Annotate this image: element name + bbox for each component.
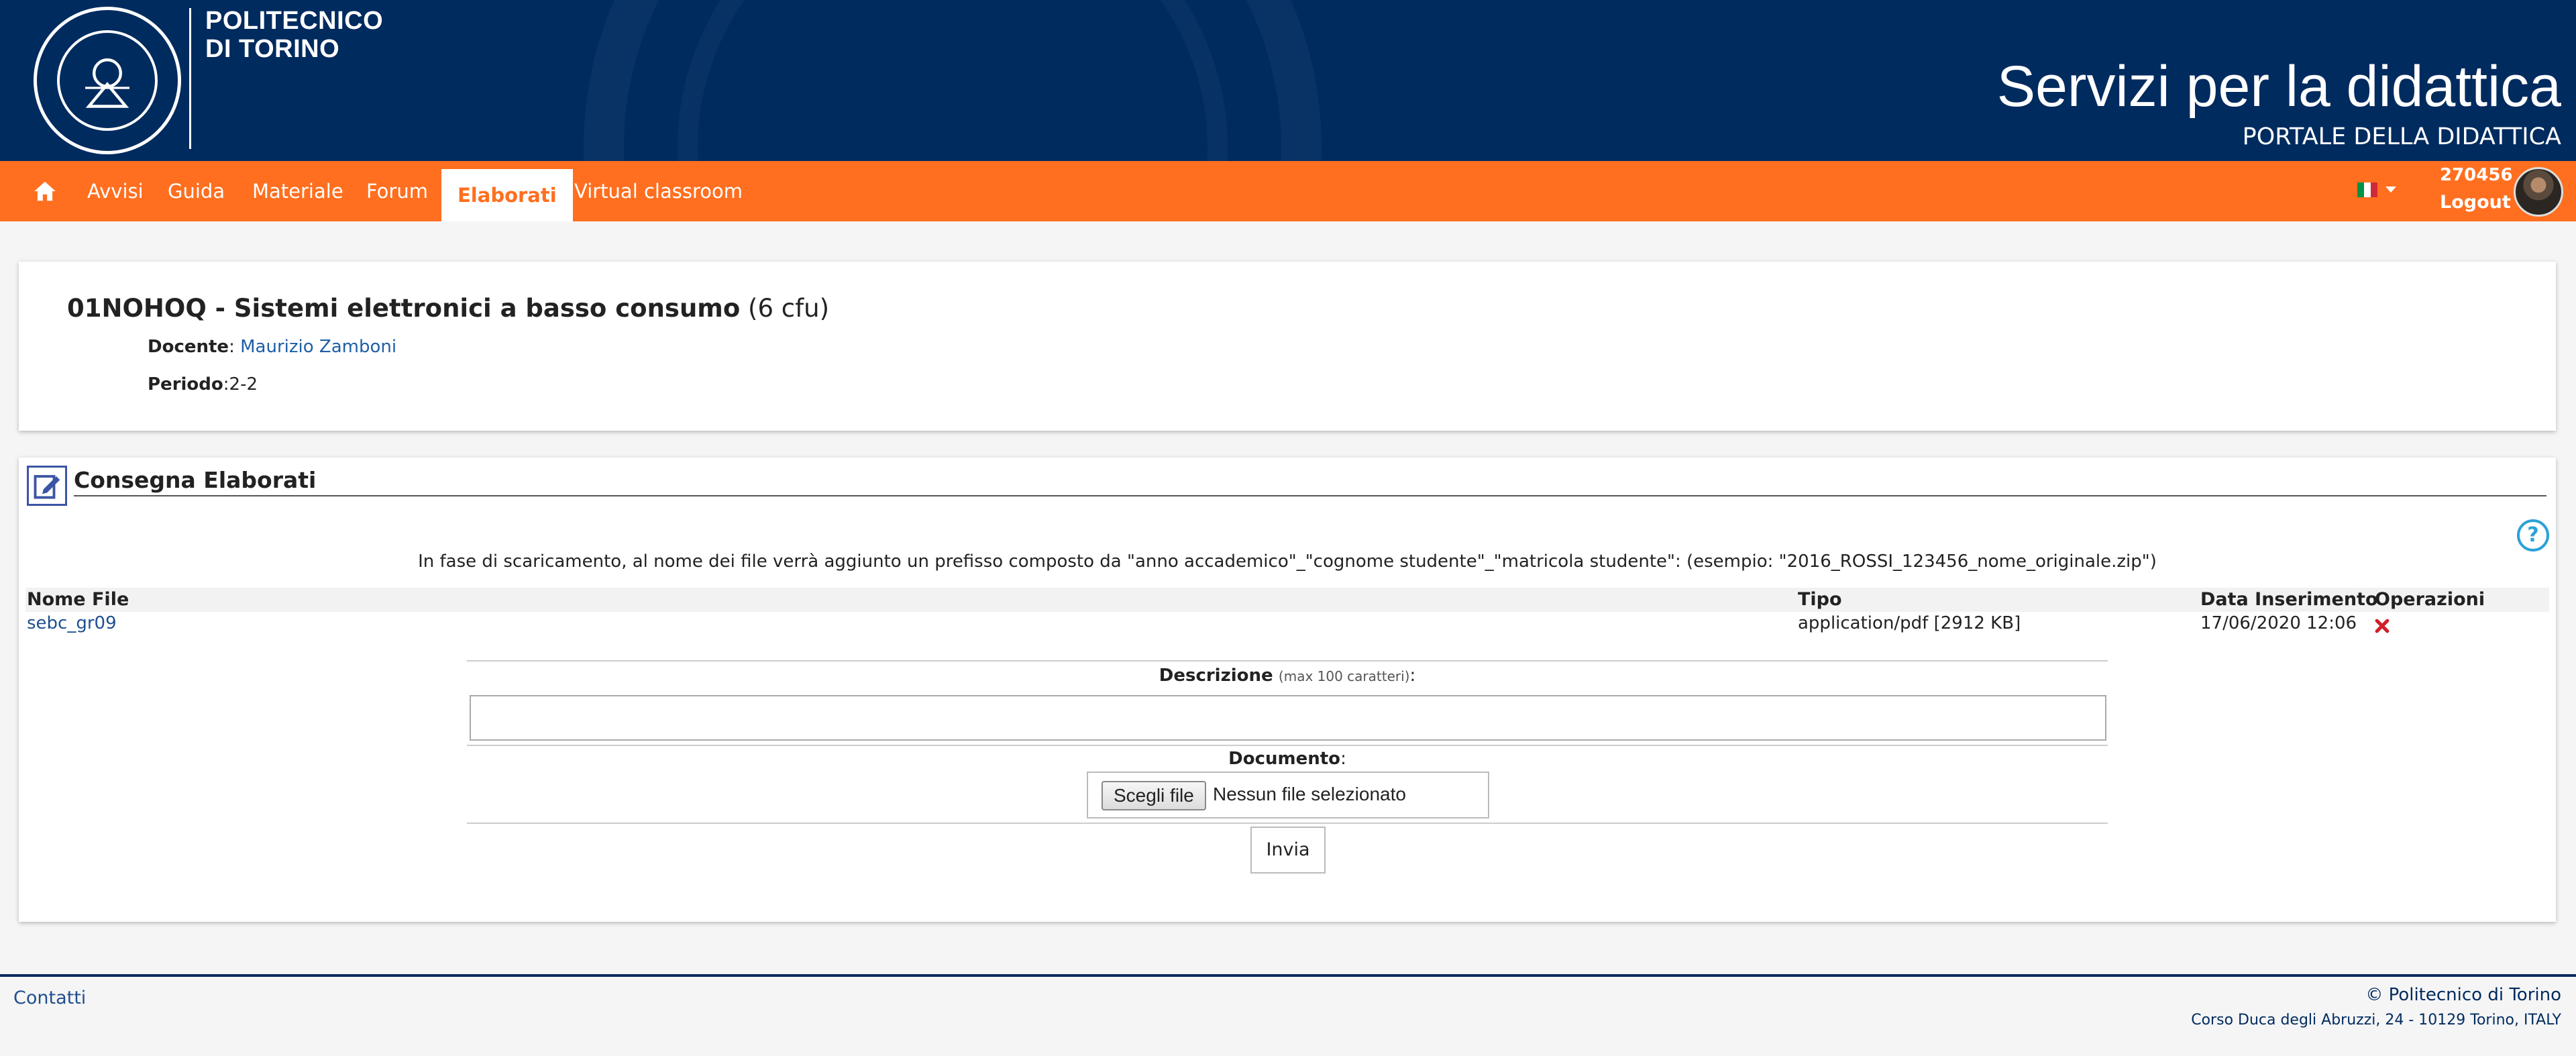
nav-item-elaborati[interactable]: Elaborati [441,169,573,221]
seal-watermark-inner [678,0,1228,161]
nav-item-guida[interactable]: Guida [152,161,241,221]
section-title: Consegna Elaborati [74,467,317,493]
descrizione-label-row: Descrizione (max 100 caratteri): [1159,666,1416,686]
footer-divider [0,974,2576,977]
periodo-row: Periodo:2-2 [148,374,258,394]
file-input[interactable]: Scegli file Nessun file selezionato [1087,772,1489,819]
descrizione-hint: (max 100 caratteri) [1278,668,1410,684]
help-icon[interactable]: ? [2517,519,2549,551]
course-name: 01NOHOQ - Sistemi elettronici a basso co… [67,294,741,323]
col-tipo: Tipo [1798,589,1842,610]
main-nav: Avvisi Guida Materiale Forum Elaborati V… [0,161,2576,221]
seal-emblem-icon [85,58,129,108]
address: Corso Duca degli Abruzzi, 24 - 10129 Tor… [2191,1012,2561,1028]
col-nome-file: Nome File [27,589,129,610]
choose-file-button[interactable]: Scegli file [1102,781,1206,810]
logo-line-2: DI TORINO [205,35,340,63]
docente-link[interactable]: Maurizio Zamboni [240,337,396,357]
page-subtitle: PORTALE DELLA DIDATTICA [2242,123,2561,150]
nav-item-forum[interactable]: Forum [350,161,444,221]
info-text: In fase di scaricamento, al nome dei fil… [418,551,2157,572]
table-header [25,588,2549,612]
nav-item-materiale[interactable]: Materiale [236,161,360,221]
file-type: application/pdf [2912 KB] [1798,613,2021,633]
university-name-logo[interactable]: POLITECNICO DI TORINO [205,7,383,63]
submit-button[interactable]: Invia [1250,827,1326,874]
course-cfu: (6 cfu) [748,294,830,323]
form-divider [467,823,2108,824]
university-seal-logo[interactable] [34,7,181,154]
avatar[interactable] [2514,167,2563,217]
seal-inner-icon [57,30,158,131]
site-header: POLITECNICO DI TORINO Servizi per la did… [0,0,2576,161]
form-divider [467,745,2108,746]
descrizione-label: Descrizione [1159,666,1273,686]
course-heading: 01NOHOQ - Sistemi elettronici a basso co… [67,294,829,323]
col-operazioni: Operazioni [2375,589,2485,610]
logout-link[interactable]: Logout [2440,192,2511,213]
periodo-value: 2-2 [229,374,258,394]
col-data-inserimento: Data Inserimento [2200,589,2378,610]
course-info-panel: 01NOHOQ - Sistemi elettronici a basso co… [19,262,2556,431]
section-divider [74,495,2546,496]
delete-icon[interactable] [2373,617,2391,635]
file-status: Nessun file selezionato [1213,784,1406,804]
documento-label: Documento [1228,749,1341,769]
edit-icon [27,466,67,506]
file-name-link[interactable]: sebc_gr09 [27,613,117,633]
file-date: 17/06/2020 12:06 [2200,613,2357,633]
documento-label-row: Documento: [1228,749,1346,769]
flag-italy-icon[interactable] [2357,182,2377,197]
logo-line-1: POLITECNICO [205,7,384,35]
page-title: Servizi per la didattica [1996,54,2561,119]
periodo-label: Periodo [148,374,223,394]
form-divider [467,660,2108,662]
docente-label: Docente [148,337,229,357]
logo-divider [189,8,191,149]
descrizione-input[interactable] [470,695,2106,741]
consegna-elaborati-panel: Consegna Elaborati ? In fase di scaricam… [19,458,2556,922]
copyright: © Politecnico di Torino [2365,985,2561,1005]
home-icon[interactable] [32,178,58,204]
user-id: 270456 [2440,165,2513,185]
contatti-link[interactable]: Contatti [13,988,86,1008]
nav-item-virtual-classroom[interactable]: Virtual classroom [558,161,759,221]
nav-item-avvisi[interactable]: Avvisi [71,161,160,221]
chevron-down-icon[interactable] [2385,187,2396,193]
docente-row: Docente: Maurizio Zamboni [148,337,397,357]
